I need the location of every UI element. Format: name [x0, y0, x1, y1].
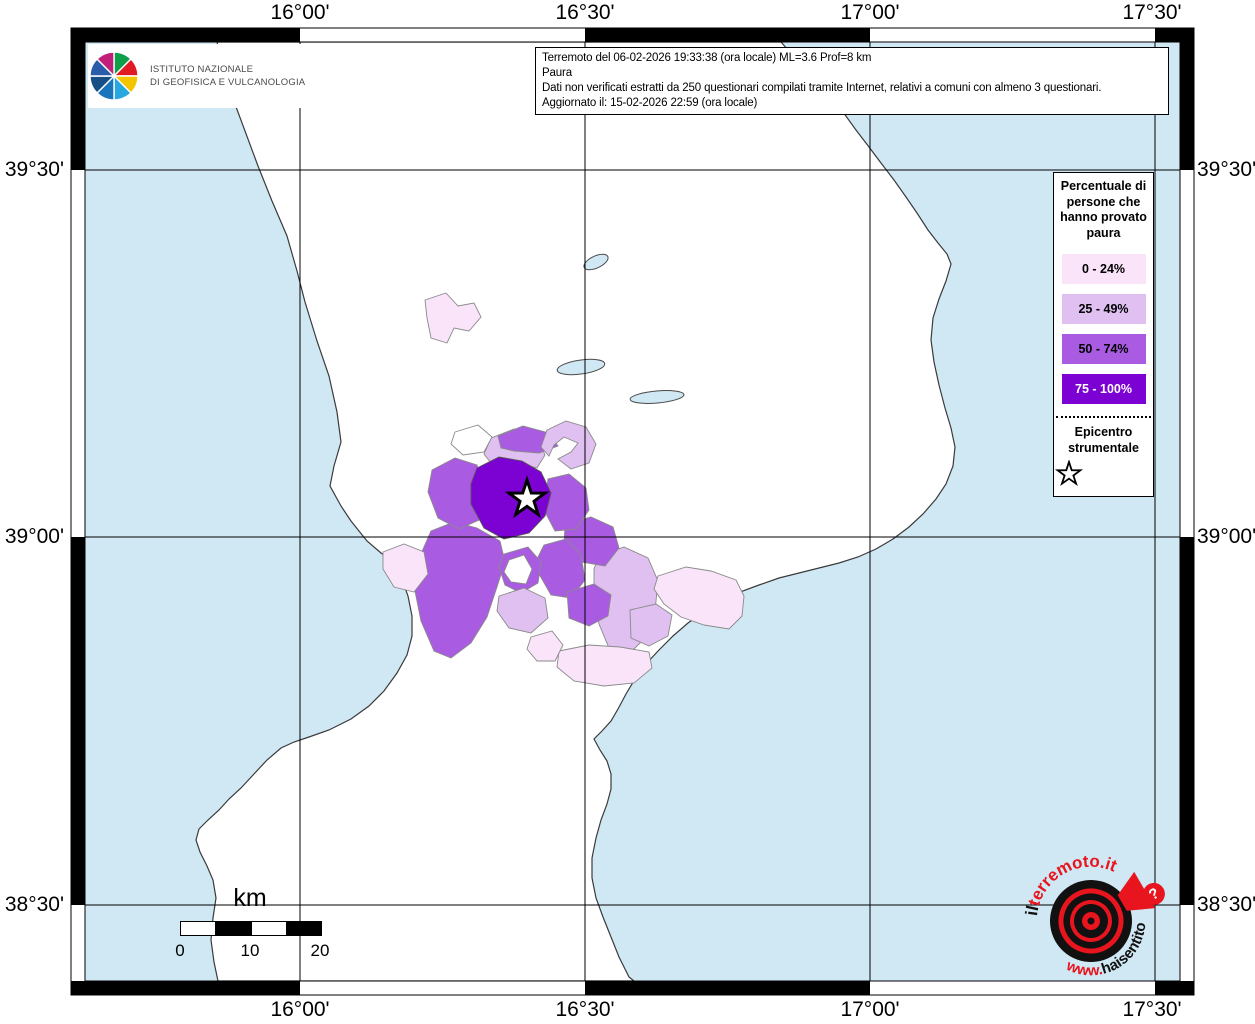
- globe-wedges: [90, 52, 138, 100]
- legend-star-wrap: [1054, 456, 1153, 496]
- ingv-name-line2: DI GEOFISICA E VULCANOLOGIA: [150, 76, 305, 89]
- map-frame-segment: [1180, 28, 1194, 42]
- map-frame-segment: [71, 981, 85, 995]
- map-frame-segment: [1180, 537, 1194, 905]
- ingv-name-line1: ISTITUTO NAZIONALE: [150, 63, 305, 76]
- ingv-name: ISTITUTO NAZIONALE DI GEOFISICA E VULCAN…: [150, 63, 305, 90]
- event-info-line4: Aggiornato il: 15-02-2026 22:59 (ora loc…: [542, 96, 1162, 111]
- watermark-group: ? ilterremoto.it www.haisentito: [1013, 845, 1173, 997]
- legend-class-75-100: 75 - 100%: [1062, 374, 1146, 404]
- legend-epicenter-line1: Epicentro: [1054, 424, 1153, 440]
- legend-epicenter-line2: strumentale: [1054, 440, 1153, 456]
- scalebar-label-10: 10: [241, 941, 260, 961]
- scalebar-label-20: 20: [311, 941, 330, 961]
- event-info-line3: Dati non verificati estratti da 250 ques…: [542, 81, 1162, 96]
- map-frame-segment: [1180, 981, 1194, 995]
- ingv-globe-icon: [88, 50, 140, 102]
- scalebar-segment: [286, 922, 321, 935]
- legend: Percentuale di persone che hanno provato…: [1053, 172, 1154, 497]
- scalebar: [180, 921, 322, 936]
- scalebar-segment: [181, 922, 215, 935]
- map-frame-segment: [71, 42, 85, 170]
- legend-title: Percentuale di persone che hanno provato…: [1054, 173, 1153, 244]
- legend-separator: [1056, 416, 1151, 418]
- map-frame-segment: [1180, 42, 1194, 170]
- legend-epicenter-label: Epicentro strumentale: [1054, 422, 1153, 457]
- legend-class-50-74: 50 - 74%: [1062, 334, 1146, 364]
- legend-class-0-24: 0 - 24%: [1062, 254, 1146, 284]
- event-info-line1: Terremoto del 06-02-2026 19:33:38 (ora l…: [542, 51, 1162, 66]
- legend-star: [1058, 462, 1081, 484]
- legend-class-25-49: 25 - 49%: [1062, 294, 1146, 324]
- earthquake-intensity-map-page: 16°00' 16°30' 17°00' 17°30' 16°00' 16°30…: [0, 0, 1255, 1024]
- legend-star-icon: [1054, 460, 1084, 488]
- map-frame-segment: [85, 981, 300, 995]
- scalebar-segment: [215, 922, 250, 935]
- haisentitoilterremoto-logo: ? ilterremoto.it www.haisentito: [1013, 845, 1173, 997]
- map-frame-segment: [585, 28, 870, 42]
- scalebar-segment: [251, 922, 286, 935]
- map-frame-segment: [71, 28, 85, 42]
- map-frame-segment: [71, 537, 85, 905]
- scalebar-unit: km: [180, 884, 320, 913]
- event-info-box: Terremoto del 06-02-2026 19:33:38 (ora l…: [535, 47, 1169, 115]
- event-info-line2: Paura: [542, 66, 1162, 81]
- ingv-logo: ISTITUTO NAZIONALE DI GEOFISICA E VULCAN…: [88, 44, 344, 108]
- map-frame-segment: [585, 981, 870, 995]
- map-frame-segment: [85, 28, 300, 42]
- map-frame-segment: [1155, 28, 1180, 42]
- scalebar-label-0: 0: [175, 941, 184, 961]
